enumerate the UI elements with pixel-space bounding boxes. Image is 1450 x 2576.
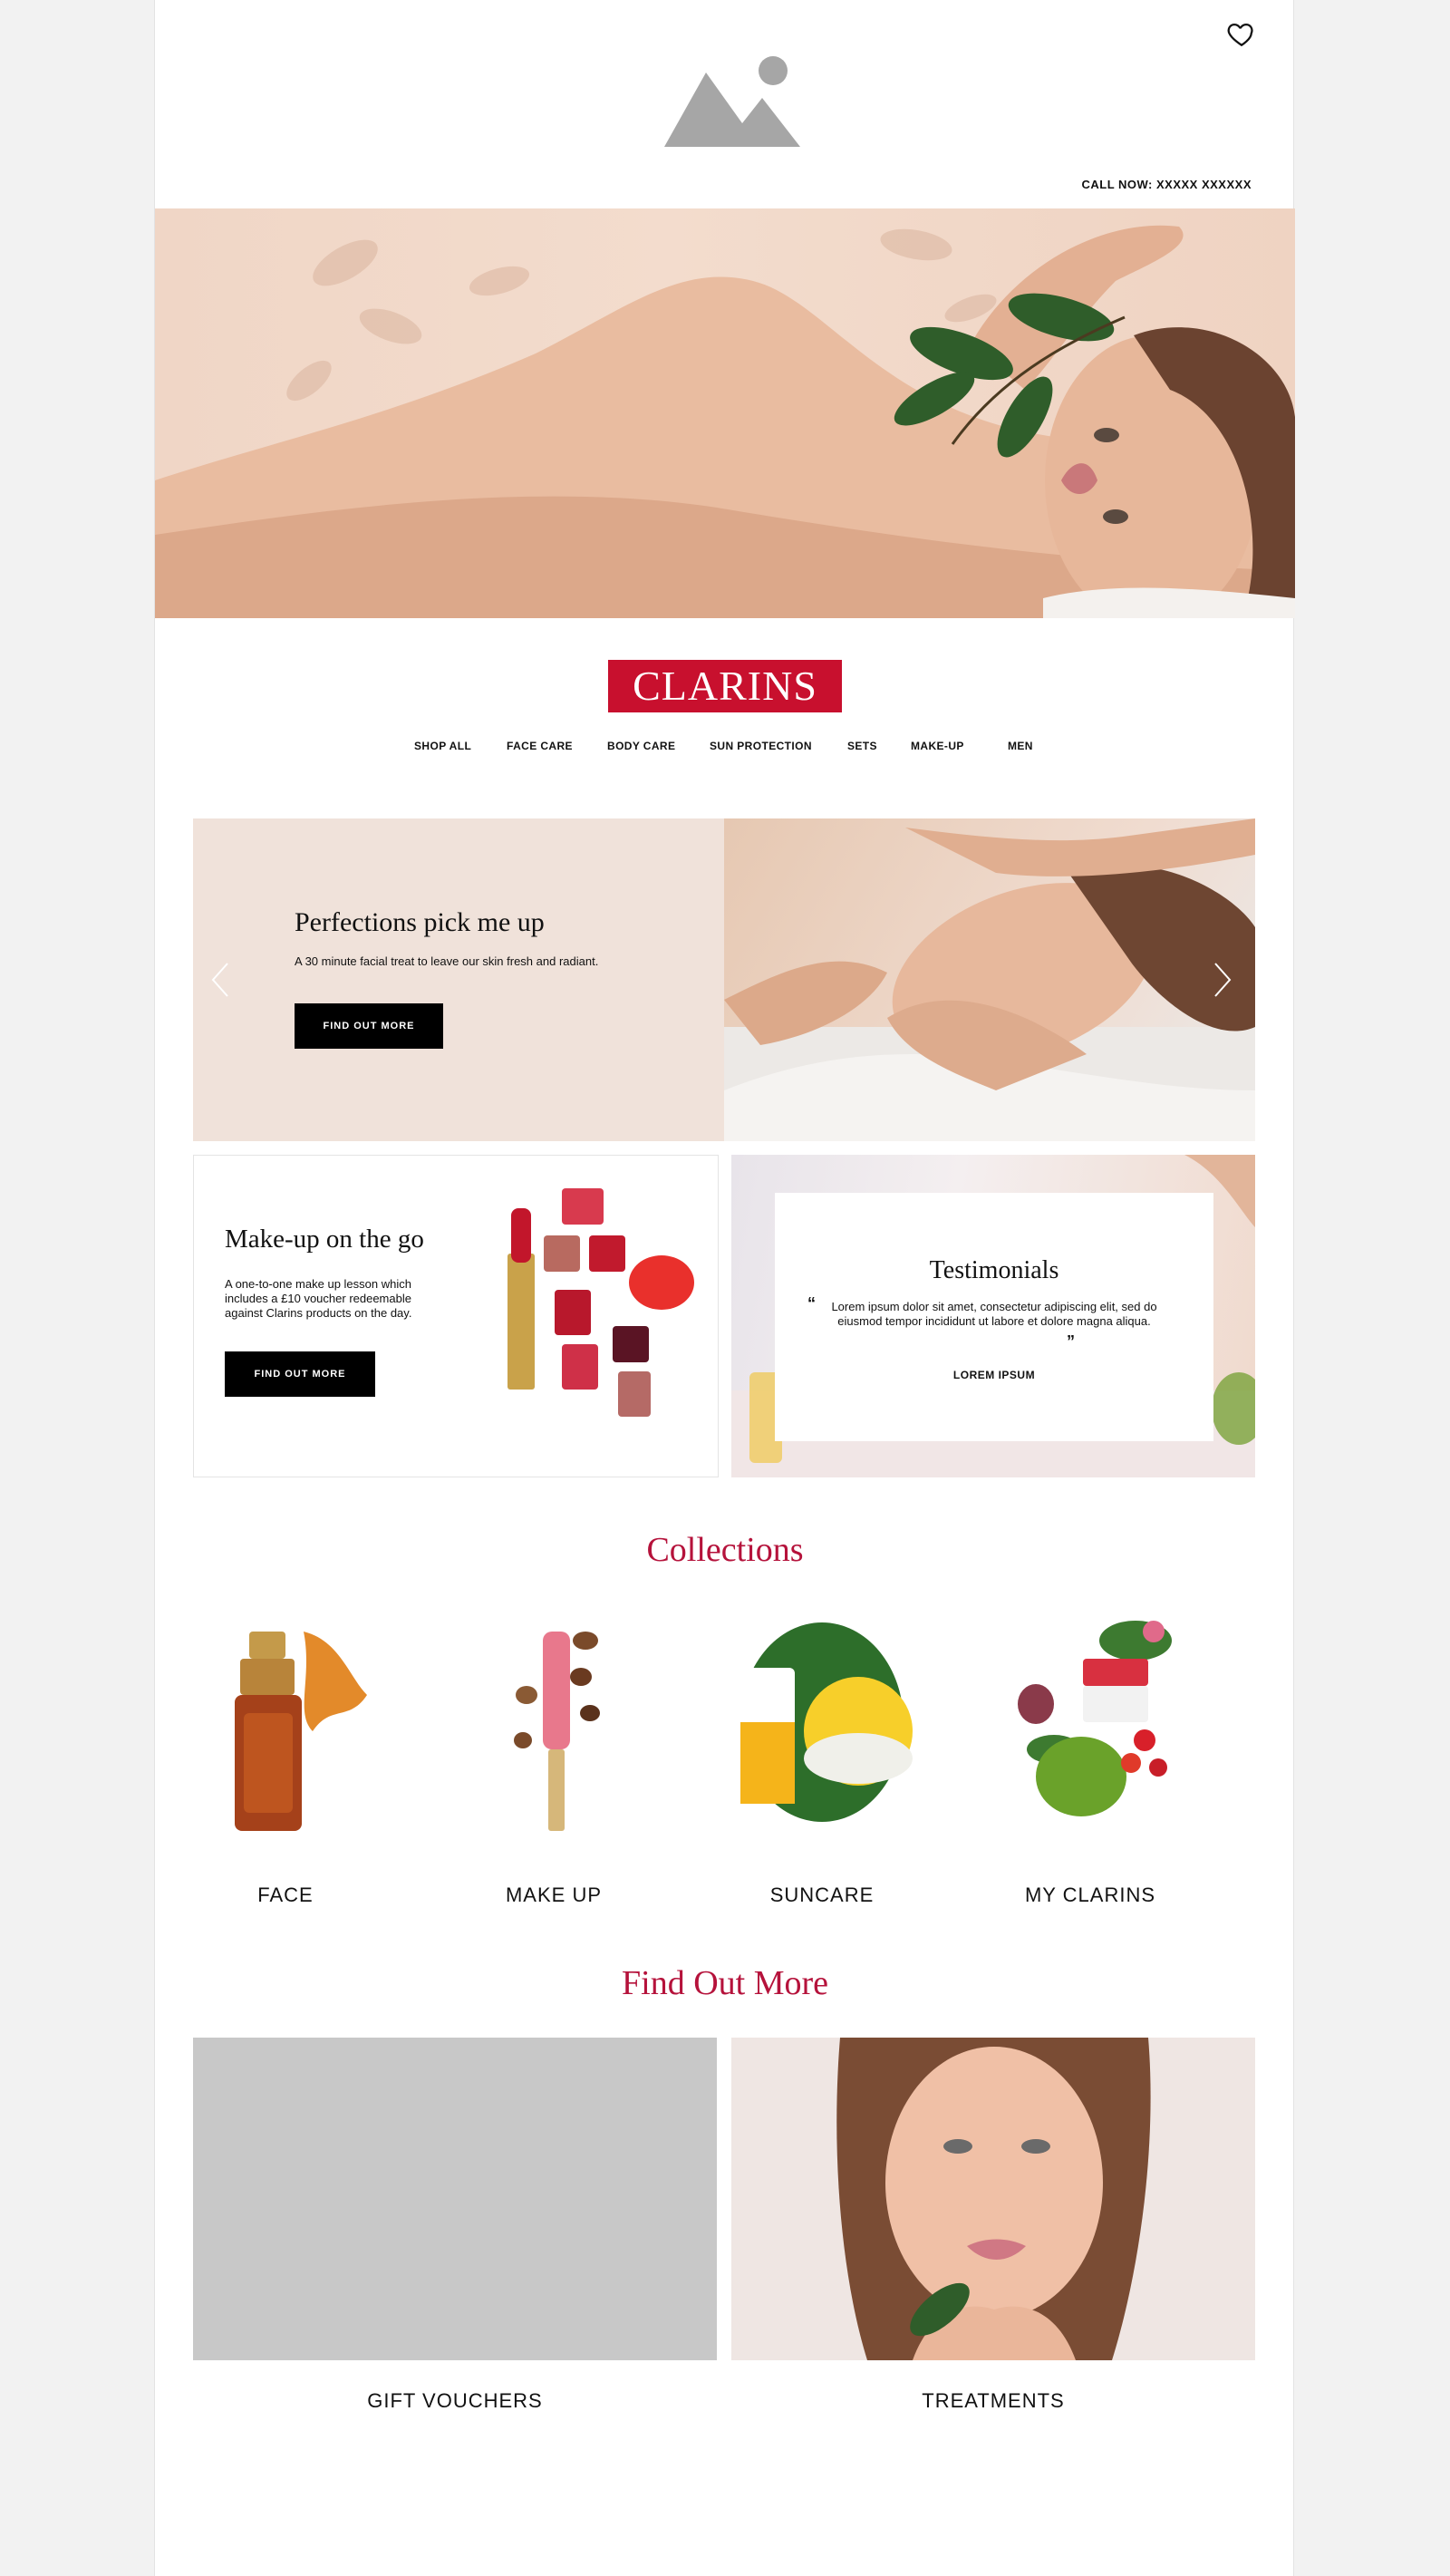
testimonial-card: Testimonials “ Lorem ipsum dolor sit ame…: [775, 1193, 1213, 1441]
chevron-right-icon[interactable]: [1213, 962, 1232, 998]
promo-find-out-more-button[interactable]: FIND OUT MORE: [295, 1003, 443, 1049]
nav-item-men[interactable]: MEN: [1008, 740, 1033, 752]
testimonial-author: LOREM IPSUM: [952, 1369, 1036, 1381]
nav-item-make-up[interactable]: MAKE-UP: [911, 740, 964, 752]
collection-face-label[interactable]: FACE: [177, 1884, 394, 1907]
find-out-more-title: Find Out More: [622, 1964, 828, 2002]
suncare-product-image: [740, 1622, 913, 1822]
close-quote-icon: ”: [1067, 1332, 1075, 1351]
makeup-title: Make-up on the go: [225, 1225, 424, 1254]
promo-image: [724, 818, 1255, 1141]
treatments-label[interactable]: TREATMENTS: [731, 2389, 1255, 2413]
promo-text-panel: Perfections pick me up A 30 minute facia…: [193, 818, 724, 1141]
promo-text: A 30 minute facial treat to leave our sk…: [295, 954, 599, 968]
testimonial-quote: Lorem ipsum dolor sit amet, consectetur …: [831, 1300, 1157, 1328]
testimonials-panel: Testimonials “ Lorem ipsum dolor sit ame…: [731, 1155, 1255, 1477]
testimonials-title: Testimonials: [929, 1256, 1059, 1284]
nav-item-sets[interactable]: SETS: [847, 740, 877, 752]
nav-item-body-care[interactable]: BODY CARE: [607, 740, 675, 752]
open-quote-icon: “: [807, 1294, 816, 1312]
collection-my-clarins-label[interactable]: MY CLARINS: [981, 1884, 1199, 1907]
main-nav: SHOP ALL FACE CARE BODY CARE SUN PROTECT…: [155, 740, 1295, 758]
heart-icon[interactable]: [1226, 18, 1257, 49]
image-placeholder-icon: [664, 56, 800, 147]
face-product-image: [235, 1632, 367, 1831]
lipstick-image: [508, 1188, 694, 1417]
email-page: CALL NOW: XXXXX XXXXXX CLARINS SHOP ALL …: [154, 0, 1295, 2576]
call-now-text[interactable]: CALL NOW: XXXXX XXXXXX: [1081, 178, 1252, 191]
promo-title: Perfections pick me up: [295, 907, 545, 937]
makeup-find-out-more-button[interactable]: FIND OUT MORE: [225, 1351, 375, 1397]
brand-logo[interactable]: CLARINS: [608, 660, 842, 712]
gift-vouchers-label[interactable]: GIFT VOUCHERS: [193, 2389, 717, 2413]
makeup-product-image: [514, 1632, 600, 1831]
makeup-card: Make-up on the go A one-to-one make up l…: [193, 1155, 719, 1477]
chevron-left-icon[interactable]: [211, 962, 229, 998]
collection-make-up-label[interactable]: MAKE UP: [445, 1884, 662, 1907]
nav-item-sun-protection[interactable]: SUN PROTECTION: [710, 740, 812, 752]
collections-title: Collections: [646, 1531, 804, 1569]
nav-item-face-care[interactable]: FACE CARE: [507, 740, 573, 752]
promo-carousel: Perfections pick me up A 30 minute facia…: [193, 818, 1255, 1141]
collection-suncare[interactable]: SUNCARE: [731, 1604, 913, 1906]
hero-image: [155, 208, 1295, 618]
collection-face[interactable]: FACE: [195, 1604, 376, 1906]
treatments-image[interactable]: [731, 2038, 1255, 2360]
nav-item-shop-all[interactable]: SHOP ALL: [414, 740, 471, 752]
collection-make-up[interactable]: MAKE UP: [463, 1604, 644, 1906]
collection-suncare-label[interactable]: SUNCARE: [713, 1884, 931, 1907]
collection-my-clarins[interactable]: MY CLARINS: [1000, 1604, 1181, 1906]
my-clarins-product-image: [1018, 1621, 1172, 1816]
makeup-text: A one-to-one make up lesson which includ…: [225, 1277, 412, 1320]
gift-vouchers-image[interactable]: [193, 2038, 717, 2360]
